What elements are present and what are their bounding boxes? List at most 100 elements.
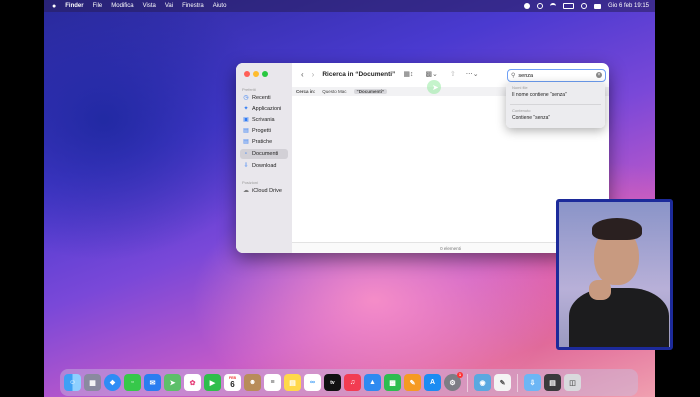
dock-tv-icon[interactable]: tv <box>324 374 341 391</box>
menu-vai[interactable]: Vai <box>165 3 173 9</box>
sidebar-item-progetti[interactable]: ▤ Progetti <box>240 126 288 136</box>
sidebar-item-label: Progetti <box>252 128 271 134</box>
spotlight-icon[interactable] <box>580 3 587 9</box>
dock-photos-icon[interactable]: ✿ <box>184 374 201 391</box>
dock-folder-icon[interactable]: ▤ <box>544 374 561 391</box>
dock-notes-icon[interactable]: ▤ <box>284 374 301 391</box>
menu-finder[interactable]: Finder <box>65 3 83 9</box>
sidebar-section-favorites: Preferiti <box>242 87 256 92</box>
sidebar-item-pratiche[interactable]: ▤ Pratiche <box>240 137 288 147</box>
play-icon[interactable] <box>536 3 543 9</box>
person-body <box>569 288 669 347</box>
back-button[interactable]: ‹ <box>301 70 304 79</box>
sidebar-item-label: iCloud Drive <box>252 188 282 194</box>
sidebar-item-label: Scrivania <box>252 117 275 123</box>
scope-label: Cerca in: <box>296 89 316 94</box>
person-hair <box>592 218 642 240</box>
dock-messages-icon[interactable]: ▫ <box>124 374 141 391</box>
sidebar-item-applicazioni[interactable]: ✦ Applicazioni <box>240 104 288 114</box>
dock-textedit-icon[interactable]: ✎ <box>494 374 511 391</box>
dock-mail-icon[interactable]: ✉ <box>144 374 161 391</box>
dock-contacts-icon[interactable]: ☻ <box>244 374 261 391</box>
dock-preview-icon[interactable]: ◉ <box>474 374 491 391</box>
sidebar-item-label: Applicazioni <box>252 106 282 112</box>
share-button[interactable]: ⇧ <box>450 70 456 78</box>
dock-finder-icon[interactable]: ☺ <box>64 374 81 391</box>
window-title: Ricerca in “Documenti” <box>322 70 396 78</box>
dock-app-store-icon[interactable]: A <box>424 374 441 391</box>
search-input[interactable]: senza <box>518 73 533 79</box>
clear-search-icon[interactable]: × <box>596 72 602 78</box>
forward-button[interactable]: › <box>312 70 315 79</box>
battery-icon[interactable] <box>562 3 574 9</box>
webcam-overlay <box>556 199 673 350</box>
calendar-day: 6 <box>230 380 235 389</box>
divider <box>510 104 601 105</box>
menu-vista[interactable]: Vista <box>143 3 156 9</box>
suggestion-header-content: Contenuto <box>512 108 531 113</box>
folder-icon: ▤ <box>243 139 249 145</box>
suggestion-filename-contains[interactable]: Il nome contiene “senza” <box>512 92 567 98</box>
cloud-icon: ☁ <box>243 188 249 194</box>
apps-icon: ✦ <box>243 106 249 112</box>
scope-this-mac[interactable]: Questo Mac <box>322 89 346 94</box>
more-button[interactable]: ⋯⌄ <box>466 70 479 78</box>
menu-finestra[interactable]: Finestra <box>182 3 204 9</box>
sidebar-item-scrivania[interactable]: ▣ Scrivania <box>240 115 288 125</box>
menu-bar: ● Finder File Modifica Vista Vai Finestr… <box>44 0 655 12</box>
dock-divider <box>467 373 468 392</box>
search-suggestions-menu: Nomi file Il nome contiene “senza” Conte… <box>506 82 605 128</box>
control-center-icon[interactable] <box>593 3 601 9</box>
suggestion-content-contains[interactable]: Contiene “senza” <box>512 115 550 121</box>
dock-maps-icon[interactable]: ➤ <box>164 374 181 391</box>
dock-trash-icon[interactable]: ◫ <box>564 374 581 391</box>
dock-downloads-folder-icon[interactable]: ⇩ <box>524 374 541 391</box>
search-field[interactable]: ⚲ senza × <box>507 69 606 82</box>
search-icon: ⚲ <box>511 73 516 79</box>
dock-divider <box>517 373 518 392</box>
sidebar-item-label: Documenti <box>252 151 279 157</box>
dock-facetime-icon[interactable]: ▶ <box>204 374 221 391</box>
minimize-button[interactable] <box>253 71 259 77</box>
dock-safari-icon[interactable]: ❖ <box>104 374 121 391</box>
sidebar-item-icloud-drive[interactable]: ☁ iCloud Drive <box>240 186 288 196</box>
group-button[interactable]: ▩⌄ <box>425 70 437 78</box>
document-icon: ▫ <box>244 151 248 157</box>
dock-calendar-icon[interactable]: FEB 6 <box>224 374 241 391</box>
dock-keynote-icon[interactable]: ▲ <box>364 374 381 391</box>
folder-icon: ▤ <box>243 128 249 134</box>
view-icons-button[interactable]: ▦↕ <box>403 70 413 78</box>
suggestion-header-filenames: Nomi file <box>512 85 528 90</box>
record-icon[interactable] <box>523 3 530 9</box>
close-button[interactable] <box>244 71 250 77</box>
window-controls <box>244 71 268 77</box>
dock-reminders-icon[interactable]: ≡ <box>264 374 281 391</box>
mouse-cursor-icon: ➤ <box>432 83 439 92</box>
zoom-button[interactable] <box>262 71 268 77</box>
sidebar-item-recenti[interactable]: ◷ Recenti <box>240 93 288 103</box>
person-hand <box>589 280 611 300</box>
menu-bar-status: Gio 6 feb 19:15 <box>523 0 649 12</box>
sidebar-item-download[interactable]: ⇩ Download <box>240 161 288 171</box>
dock: ☺ ▦ ❖ ▫ ✉ ➤ ✿ ▶ FEB 6 ☻ ≡ ▤ ∞ tv ♫ ▲ ▩ ✎… <box>60 369 638 396</box>
apple-logo-icon[interactable]: ● <box>52 3 56 10</box>
scope-documenti[interactable]: “Documenti” <box>353 89 388 94</box>
dock-launchpad-icon[interactable]: ▦ <box>84 374 101 391</box>
sidebar-item-label: Recenti <box>252 95 271 101</box>
menu-file[interactable]: File <box>93 3 103 9</box>
dock-pages-icon[interactable]: ✎ <box>404 374 421 391</box>
download-icon: ⇩ <box>243 163 249 169</box>
dock-music-icon[interactable]: ♫ <box>344 374 361 391</box>
item-count: 0 elementi <box>440 245 461 251</box>
clock-icon: ◷ <box>243 95 249 101</box>
menu-modifica[interactable]: Modifica <box>111 3 133 9</box>
dock-numbers-icon[interactable]: ▩ <box>384 374 401 391</box>
clock[interactable]: Gio 6 feb 19:15 <box>608 3 649 9</box>
dock-freeform-icon[interactable]: ∞ <box>304 374 321 391</box>
sidebar-section-locations: Posizioni <box>242 180 259 185</box>
dock-system-settings-icon[interactable]: ⚙ 1 <box>444 372 463 391</box>
finder-sidebar: Preferiti ◷ Recenti ✦ Applicazioni ▣ Scr… <box>236 63 292 253</box>
menu-aiuto[interactable]: Aiuto <box>213 3 227 9</box>
sidebar-item-documenti[interactable]: ▫ Documenti <box>240 149 288 159</box>
wifi-icon[interactable] <box>549 3 556 9</box>
